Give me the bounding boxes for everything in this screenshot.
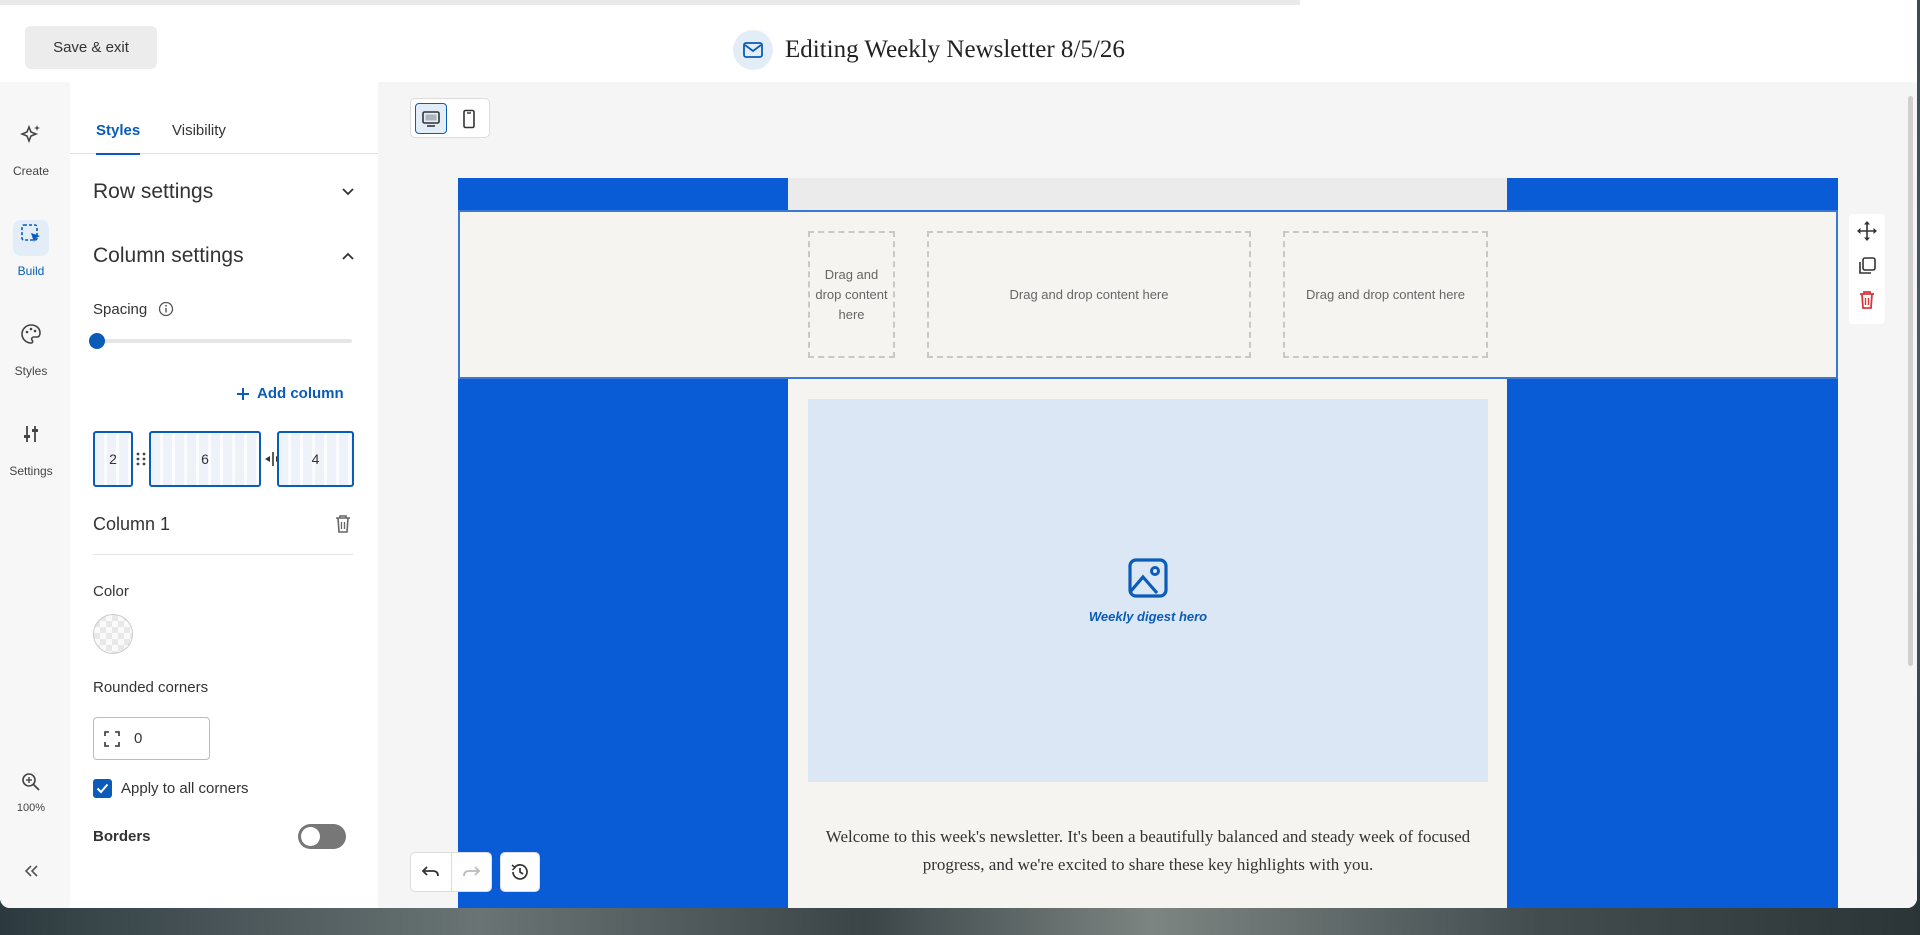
zoom-icon [22,773,40,791]
rail-label-create: Create [12,164,50,178]
history-button[interactable] [500,852,540,892]
spacing-label: Spacing [93,301,148,318]
drag-handle-icon[interactable] [135,451,147,467]
sparkle-icon [13,120,49,156]
info-icon[interactable] [158,301,174,317]
hero-caption: Weekly digest hero [1088,609,1208,624]
row-settings-header[interactable]: Row settings [93,180,213,204]
column-block-2[interactable]: 6 [149,431,261,487]
hero-image-placeholder[interactable]: Weekly digest hero [808,399,1488,782]
corners-icon [104,730,120,747]
canvas-scrollbar[interactable] [1908,96,1913,666]
chevron-down-icon[interactable] [342,188,354,196]
rail-item-styles[interactable]: Styles [0,320,62,378]
tab-visibility[interactable]: Visibility [172,122,226,153]
zoom-control[interactable]: 100% [0,772,62,814]
spacing-slider-track[interactable] [96,339,352,343]
settings-panel: Styles Visibility Row settings Column se… [70,82,378,908]
mobile-icon [463,109,475,128]
palette-icon [13,320,49,356]
color-swatch[interactable] [93,614,133,654]
title-area: Editing Weekly Newsletter 8/5/26 [733,30,1125,70]
undo-redo-group [410,852,492,892]
mobile-view-button[interactable] [453,103,485,134]
undo-icon[interactable] [421,863,441,881]
rounded-corners-input[interactable]: 0 [93,717,210,760]
save-exit-button[interactable]: Save & exit [25,26,157,69]
undo-divider [451,853,452,891]
plus-icon [237,387,249,400]
column-block-3[interactable]: 4 [277,431,354,487]
drop-zone-column-3[interactable]: Drag and drop content here [1283,231,1488,358]
divider [93,554,353,555]
image-icon [1128,558,1168,598]
borders-toggle[interactable] [298,824,346,849]
color-label: Color [93,583,129,600]
desktop-icon [422,110,440,127]
page-title: Editing Weekly Newsletter 8/5/26 [785,36,1125,63]
zoom-level: 100% [16,802,46,814]
panel-tabs: Styles Visibility [70,82,378,155]
chevron-up-icon[interactable] [342,252,354,260]
top-bar: Save & exit Editing Weekly Newsletter 8/… [0,0,1300,82]
borders-label: Borders [93,828,151,845]
rounded-corners-label: Rounded corners [93,679,209,696]
rail-label-build: Build [17,264,45,278]
mail-icon [733,30,773,70]
history-icon [511,864,528,880]
column-block-1[interactable]: 2 [93,431,133,487]
rail-item-settings[interactable]: Settings [0,420,62,478]
spacing-slider-handle[interactable] [89,333,105,349]
double-chevron-left-icon [24,865,38,877]
duplicate-icon[interactable] [1857,256,1877,276]
sliders-icon [13,420,49,456]
drop-zone-column-1[interactable]: Drag and drop content here [808,231,895,358]
column-settings-header[interactable]: Column settings [93,244,244,268]
apply-all-corners-checkbox[interactable] [93,779,112,798]
rounded-corners-value: 0 [134,730,143,747]
tab-styles[interactable]: Styles [96,122,141,155]
editor-window: Save & exit Editing Weekly Newsletter 8/… [0,0,1917,908]
add-column-label: Add column [257,385,344,402]
view-toggle [410,98,490,138]
desktop-view-button[interactable] [415,103,447,134]
drop-zone-column-2[interactable]: Drag and drop content here [927,231,1251,358]
email-top-strip [788,178,1507,210]
apply-all-corners-label: Apply to all corners [121,780,249,797]
collapse-rail-button[interactable] [0,864,62,886]
intro-paragraph[interactable]: Welcome to this week's newsletter. It's … [808,823,1488,879]
add-column-button[interactable]: Add column [235,385,344,402]
column-title: Column 1 [93,514,171,534]
rail-label-settings: Settings [9,464,53,478]
delete-icon[interactable] [1858,290,1876,310]
move-icon[interactable] [1856,220,1878,242]
redo-icon[interactable] [461,863,481,881]
checkmark-icon [96,783,109,794]
rail-item-create[interactable]: Create [0,120,62,178]
rail-label-styles: Styles [14,364,48,378]
row-toolbar [1849,214,1885,324]
rail-item-build[interactable]: Build [0,220,62,278]
trash-icon[interactable] [334,514,352,534]
build-icon [13,220,49,256]
left-rail: Create Build Styles Settings 100% [0,82,70,908]
